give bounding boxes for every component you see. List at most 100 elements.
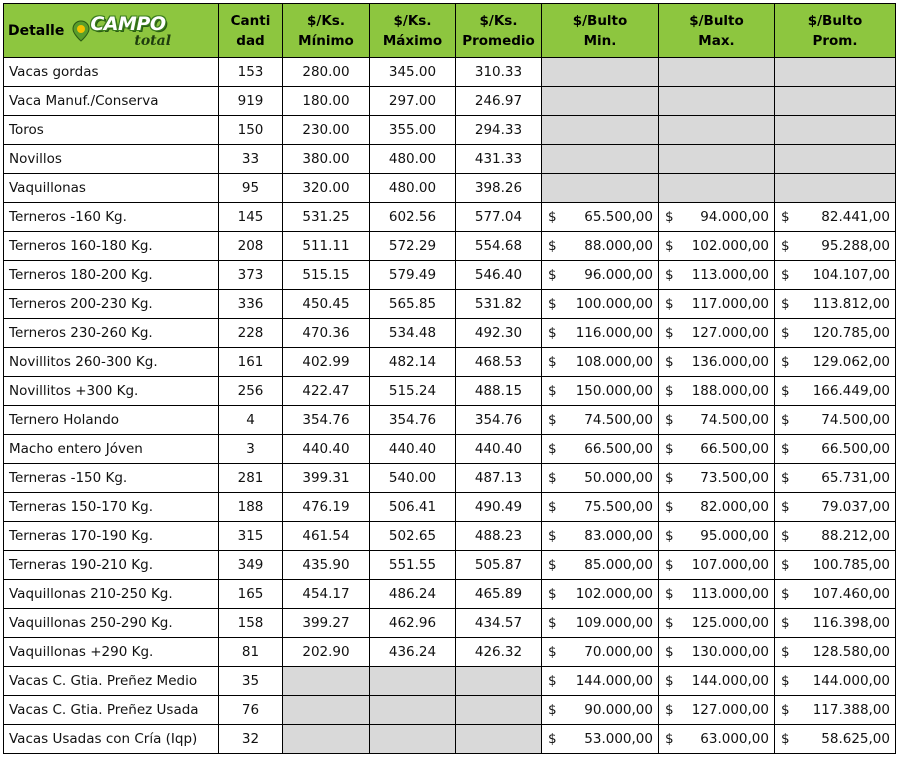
cell-bulto-prom: $79.037,00 — [774, 492, 896, 522]
cell-cantidad: 153 — [218, 57, 283, 87]
amount: 108.000,00 — [575, 354, 653, 370]
currency-symbol: $ — [665, 296, 674, 312]
cell-bulto-max: $74.500,00 — [658, 405, 775, 435]
table-row: Terneras 150-170 Kg. 188 476.19 506.41 490.4… — [3, 492, 896, 522]
price-table: Detalle CAMPO total Canti dad $/Ks. Mínimo — [3, 3, 896, 754]
currency-symbol: $ — [548, 470, 557, 486]
currency-symbol: $ — [665, 731, 674, 747]
amount: 88.212,00 — [821, 528, 890, 544]
cell-detalle: Terneras 150-170 Kg. — [3, 492, 219, 522]
cell-kg-prom: 398.26 — [455, 173, 542, 203]
cell-kg-max: 534.48 — [369, 318, 456, 348]
cell-bulto-prom: $166.449,00 — [774, 376, 896, 406]
currency-symbol: $ — [548, 528, 557, 544]
cell-kg-min: 180.00 — [282, 86, 370, 116]
cell-detalle: Terneros -160 Kg. — [3, 202, 219, 232]
header-kg-min: $/Ks. Mínimo — [282, 3, 370, 58]
cell-bulto-prom: $100.785,00 — [774, 550, 896, 580]
cell-bulto-min: $50.000,00 — [541, 463, 659, 493]
cell-detalle: Terneras 190-210 Kg. — [3, 550, 219, 580]
cell-bulto-max: $136.000,00 — [658, 347, 775, 377]
cell-cantidad: 349 — [218, 550, 283, 580]
cell-bulto-max-empty — [658, 173, 775, 203]
cell-bulto-prom: $58.625,00 — [774, 724, 896, 754]
amount: 79.037,00 — [821, 499, 890, 515]
table-row: Vacas Usadas con Cría (Iqp) 32 $53.000,00 $… — [3, 724, 896, 754]
cell-kg-max: 551.55 — [369, 550, 456, 580]
cell-kg-prom: 505.87 — [455, 550, 542, 580]
currency-symbol: $ — [781, 238, 790, 254]
cell-kg-min: 202.90 — [282, 637, 370, 667]
cell-cantidad: 95 — [218, 173, 283, 203]
currency-symbol: $ — [548, 267, 557, 283]
table-row: Vaquillonas 95 320.00 480.00 398.26 — [3, 173, 896, 203]
currency-symbol: $ — [781, 296, 790, 312]
cell-kg-min: 511.11 — [282, 231, 370, 261]
currency-symbol: $ — [548, 441, 557, 457]
currency-symbol: $ — [548, 412, 557, 428]
currency-symbol: $ — [781, 209, 790, 225]
cell-kg-min: 402.99 — [282, 347, 370, 377]
amount: 120.785,00 — [812, 325, 890, 341]
cell-kg-max: 355.00 — [369, 115, 456, 145]
amount: 102.000,00 — [691, 238, 769, 254]
currency-symbol: $ — [781, 557, 790, 573]
table-row: Terneras 190-210 Kg. 349 435.90 551.55 505.8… — [3, 550, 896, 580]
cell-detalle: Terneras -150 Kg. — [3, 463, 219, 493]
currency-symbol: $ — [548, 354, 557, 370]
amount: 113.000,00 — [691, 267, 769, 283]
currency-symbol: $ — [781, 644, 790, 660]
currency-symbol: $ — [781, 441, 790, 457]
cell-detalle: Vacas C. Gtia. Preñez Medio — [3, 666, 219, 696]
cell-detalle: Vacas C. Gtia. Preñez Usada — [3, 695, 219, 725]
table-row: Novillos 33 380.00 480.00 431.33 — [3, 144, 896, 174]
cell-bulto-max: $144.000,00 — [658, 666, 775, 696]
cell-detalle: Vaquillonas +290 Kg. — [3, 637, 219, 667]
cell-bulto-prom-empty — [774, 144, 896, 174]
cell-kg-min: 435.90 — [282, 550, 370, 580]
cell-kg-min: 470.36 — [282, 318, 370, 348]
amount: 188.000,00 — [691, 383, 769, 399]
amount: 73.500,00 — [700, 470, 769, 486]
cell-kg-prom: 488.23 — [455, 521, 542, 551]
cell-bulto-prom: $82.441,00 — [774, 202, 896, 232]
cell-kg-min-empty — [282, 666, 370, 696]
amount: 107.460,00 — [812, 586, 890, 602]
amount: 65.500,00 — [584, 209, 653, 225]
table-body: Vacas gordas 153 280.00 345.00 310.33 Vaca Ma… — [3, 57, 896, 754]
cell-kg-max: 515.24 — [369, 376, 456, 406]
cell-bulto-min: $144.000,00 — [541, 666, 659, 696]
cell-bulto-min: $70.000,00 — [541, 637, 659, 667]
cell-bulto-min-empty — [541, 86, 659, 116]
currency-symbol: $ — [665, 644, 674, 660]
amount: 74.500,00 — [821, 412, 890, 428]
cell-bulto-max-empty — [658, 86, 775, 116]
table-row: Vaquillonas 210-250 Kg. 165 454.17 486.24 46… — [3, 579, 896, 609]
currency-symbol: $ — [665, 586, 674, 602]
amount: 74.500,00 — [700, 412, 769, 428]
cell-bulto-min: $102.000,00 — [541, 579, 659, 609]
currency-symbol: $ — [781, 354, 790, 370]
currency-symbol: $ — [665, 383, 674, 399]
cell-kg-max-empty — [369, 695, 456, 725]
cell-kg-prom-empty — [455, 666, 542, 696]
currency-symbol: $ — [665, 209, 674, 225]
cell-bulto-min: $85.000,00 — [541, 550, 659, 580]
header-bulto-max: $/Bulto Max. — [658, 3, 775, 58]
cell-kg-min: 450.45 — [282, 289, 370, 319]
amount: 75.500,00 — [584, 499, 653, 515]
currency-symbol: $ — [665, 412, 674, 428]
currency-symbol: $ — [665, 441, 674, 457]
currency-symbol: $ — [781, 412, 790, 428]
logo-word-total: total — [134, 32, 172, 49]
amount: 116.398,00 — [812, 615, 890, 631]
cell-bulto-min: $90.000,00 — [541, 695, 659, 725]
cell-bulto-prom: $104.107,00 — [774, 260, 896, 290]
cell-bulto-max: $125.000,00 — [658, 608, 775, 638]
cell-cantidad: 165 — [218, 579, 283, 609]
cell-bulto-min: $74.500,00 — [541, 405, 659, 435]
cell-kg-max: 602.56 — [369, 202, 456, 232]
currency-symbol: $ — [665, 615, 674, 631]
cell-bulto-prom: $66.500,00 — [774, 434, 896, 464]
table-row: Vacas gordas 153 280.00 345.00 310.33 — [3, 57, 896, 87]
